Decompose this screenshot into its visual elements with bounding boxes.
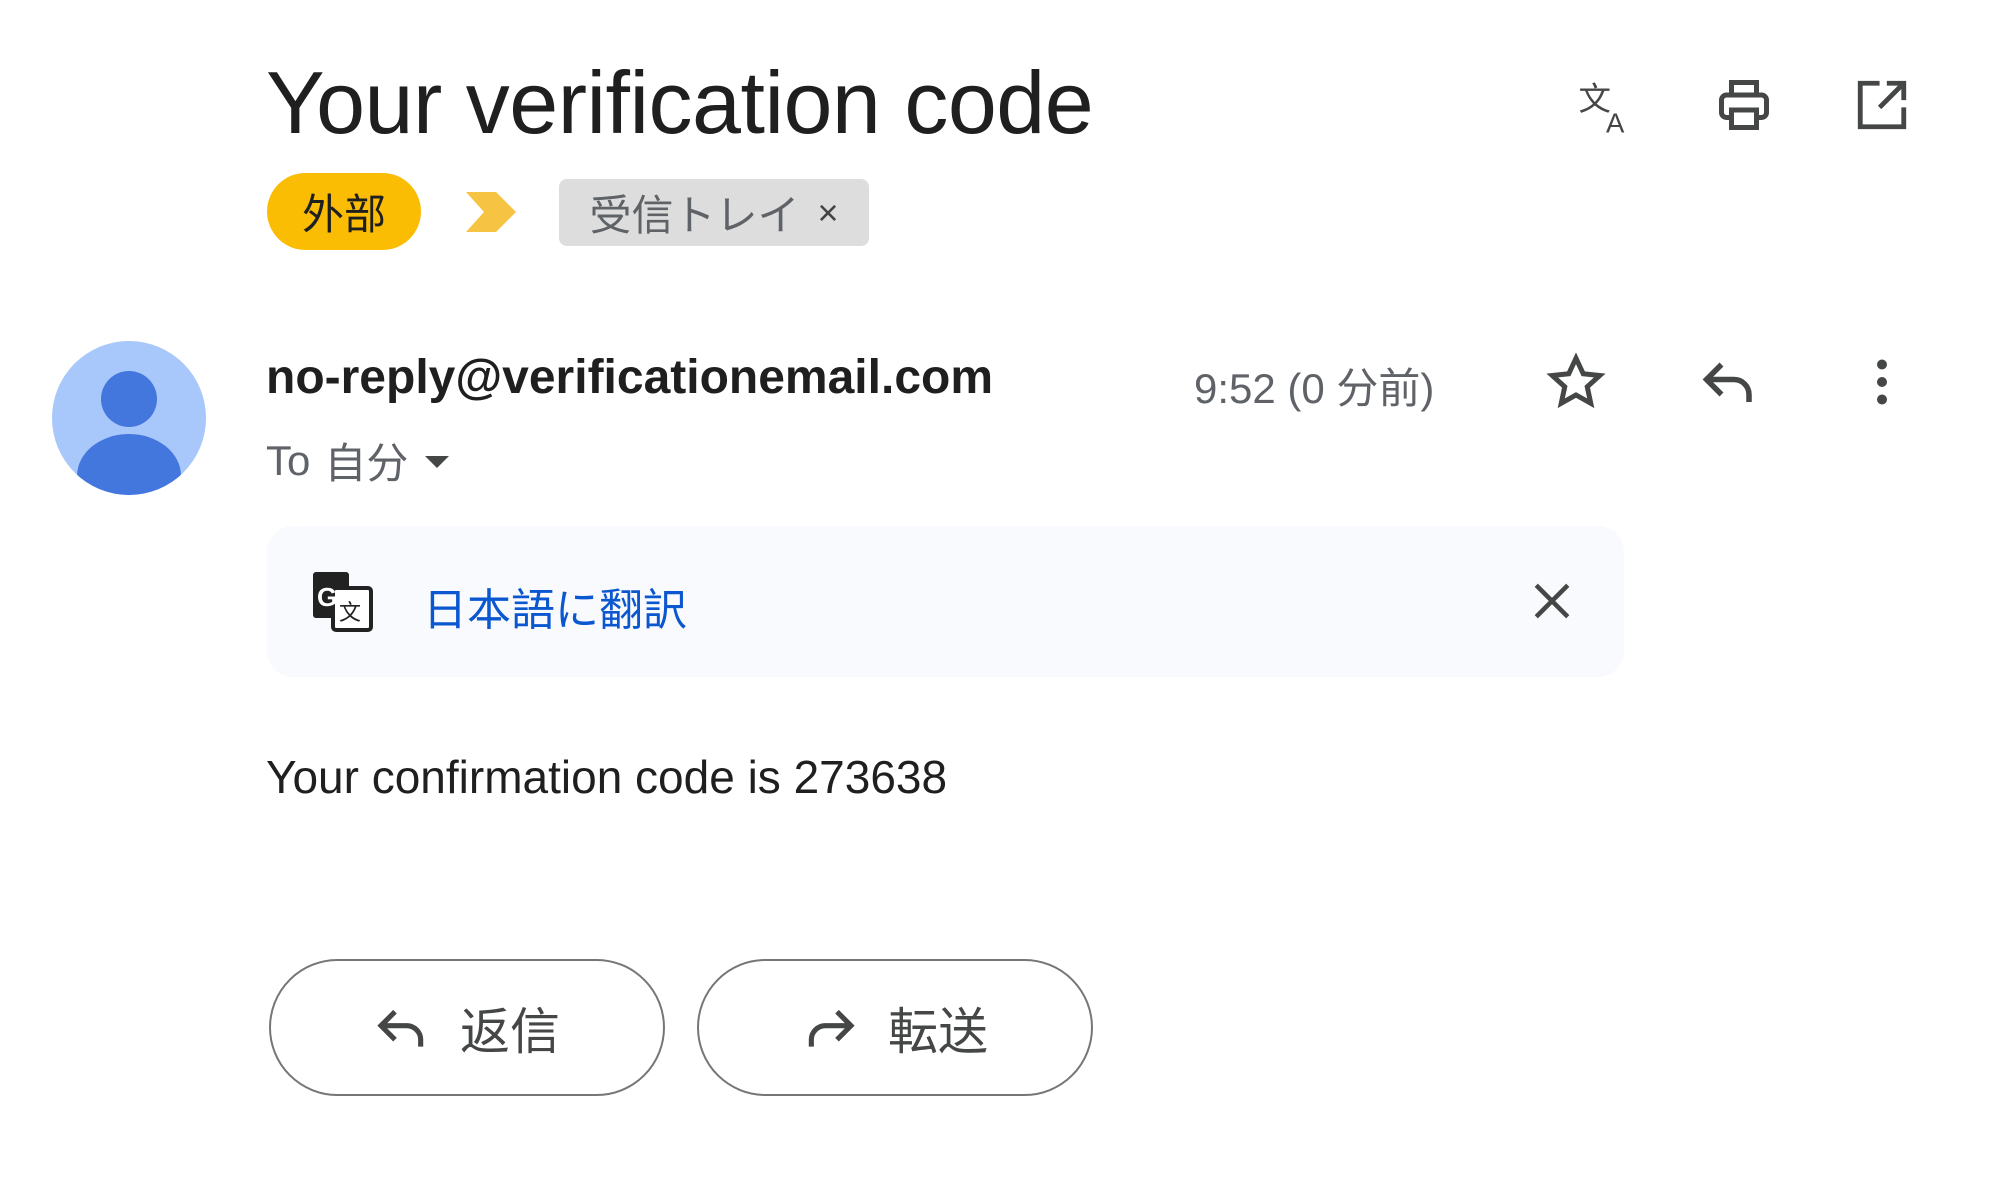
translate-icon[interactable]: 文A [1571, 70, 1641, 140]
google-translate-icon: G文 [311, 570, 375, 639]
svg-text:文: 文 [339, 601, 361, 626]
forward-button[interactable]: 転送 [697, 959, 1093, 1096]
sender-address: no-reply@verificationemail.com [266, 351, 994, 404]
reply-icon [377, 1009, 424, 1047]
svg-text:A: A [1606, 108, 1625, 136]
to-prefix: To [266, 436, 311, 484]
open-in-new-window-icon[interactable] [1847, 70, 1917, 140]
recipients-toggle[interactable]: To 自分 [266, 430, 452, 491]
more-options-icon[interactable] [1847, 347, 1917, 417]
important-marker-icon[interactable] [466, 190, 518, 239]
reply-label: 返信 [460, 1003, 560, 1060]
close-icon[interactable] [1517, 566, 1587, 636]
reply-button[interactable]: 返信 [269, 959, 665, 1096]
star-icon[interactable] [1541, 347, 1611, 417]
print-icon[interactable] [1709, 70, 1779, 140]
inbox-label-chip: 受信トレイ × [559, 179, 869, 246]
chevron-down-icon [425, 455, 450, 468]
inbox-label-text: 受信トレイ [589, 192, 800, 239]
person-icon [77, 371, 181, 495]
remove-label-button[interactable]: × [817, 192, 838, 234]
recipient: 自分 [324, 440, 409, 487]
translate-bar: G文 日本語に翻訳 [267, 526, 1624, 677]
svg-text:G: G [317, 582, 337, 612]
email-subject: Your verification code [266, 53, 1094, 152]
forward-label: 転送 [888, 1003, 988, 1060]
external-label-chip: 外部 [267, 173, 421, 250]
message-body: Your confirmation code is 273638 [266, 751, 948, 803]
translate-link[interactable]: 日本語に翻訳 [423, 574, 687, 638]
reply-icon[interactable] [1694, 347, 1764, 417]
forward-icon [808, 1009, 855, 1047]
message-time: 9:52 (0 分前) [1194, 365, 1435, 412]
sender-avatar [52, 341, 206, 495]
